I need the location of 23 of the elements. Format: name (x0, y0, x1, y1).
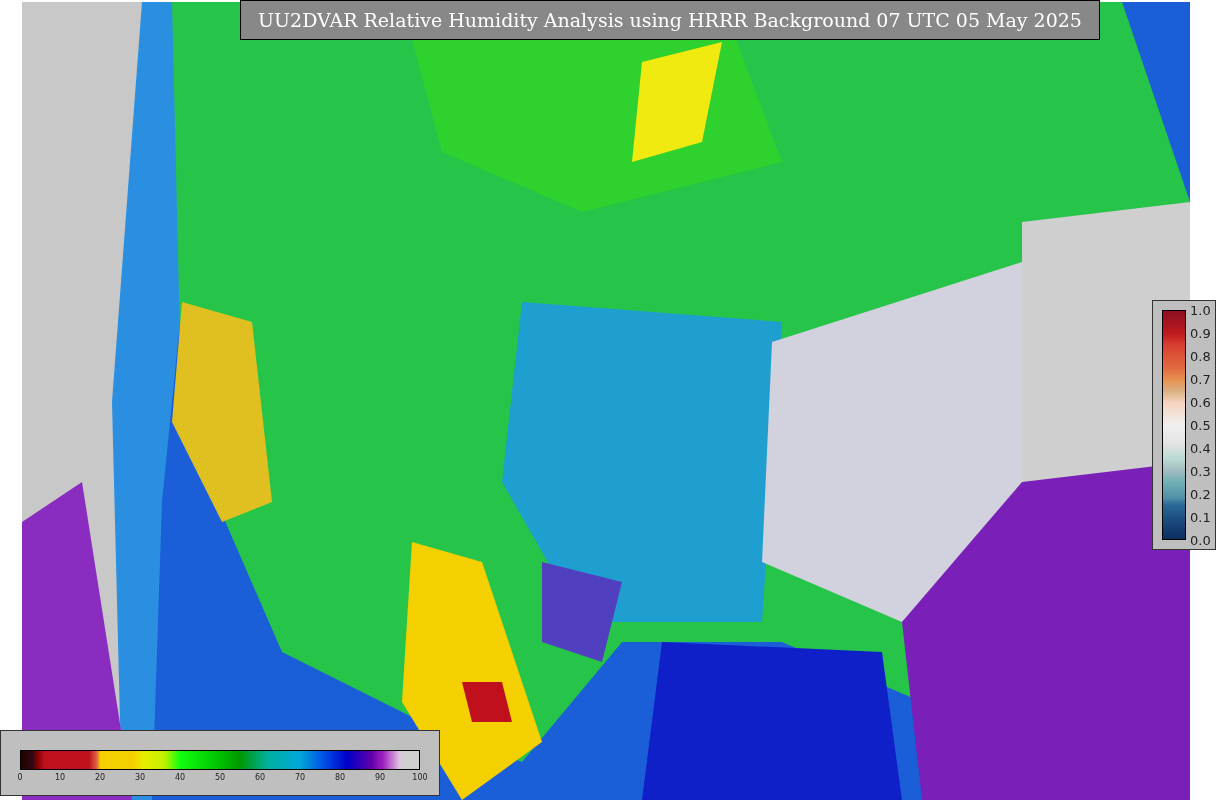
tick-label: 10 (54, 773, 66, 783)
tick-label: 0.6 (1190, 394, 1211, 410)
chart-title: UU2DVAR Relative Humidity Analysis using HRRR Background 07 UTC 05 May 2025 (240, 0, 1100, 40)
tick-label: 50 (214, 773, 226, 783)
tick-label: 30 (134, 773, 146, 783)
tick-label: 1.0 (1190, 302, 1211, 318)
tick-label: 60 (254, 773, 266, 783)
tick-label: 0.1 (1190, 509, 1211, 525)
tick-label: 0.5 (1190, 417, 1211, 433)
tick-label: 90 (374, 773, 386, 783)
tick-label: 0 (17, 773, 23, 783)
tick-label: 0.3 (1190, 463, 1211, 479)
tick-label: 100 (412, 773, 428, 783)
tick-label: 0.9 (1190, 325, 1211, 341)
tick-label: 0.8 (1190, 348, 1211, 364)
tick-label: 20 (94, 773, 106, 783)
tick-label: 70 (294, 773, 306, 783)
tick-label: 0.2 (1190, 486, 1211, 502)
tick-label: 80 (334, 773, 346, 783)
tick-label: 0.4 (1190, 440, 1211, 456)
tick-label: 40 (174, 773, 186, 783)
tick-label: 0.7 (1190, 371, 1211, 387)
tick-label: 0.0 (1190, 532, 1211, 548)
